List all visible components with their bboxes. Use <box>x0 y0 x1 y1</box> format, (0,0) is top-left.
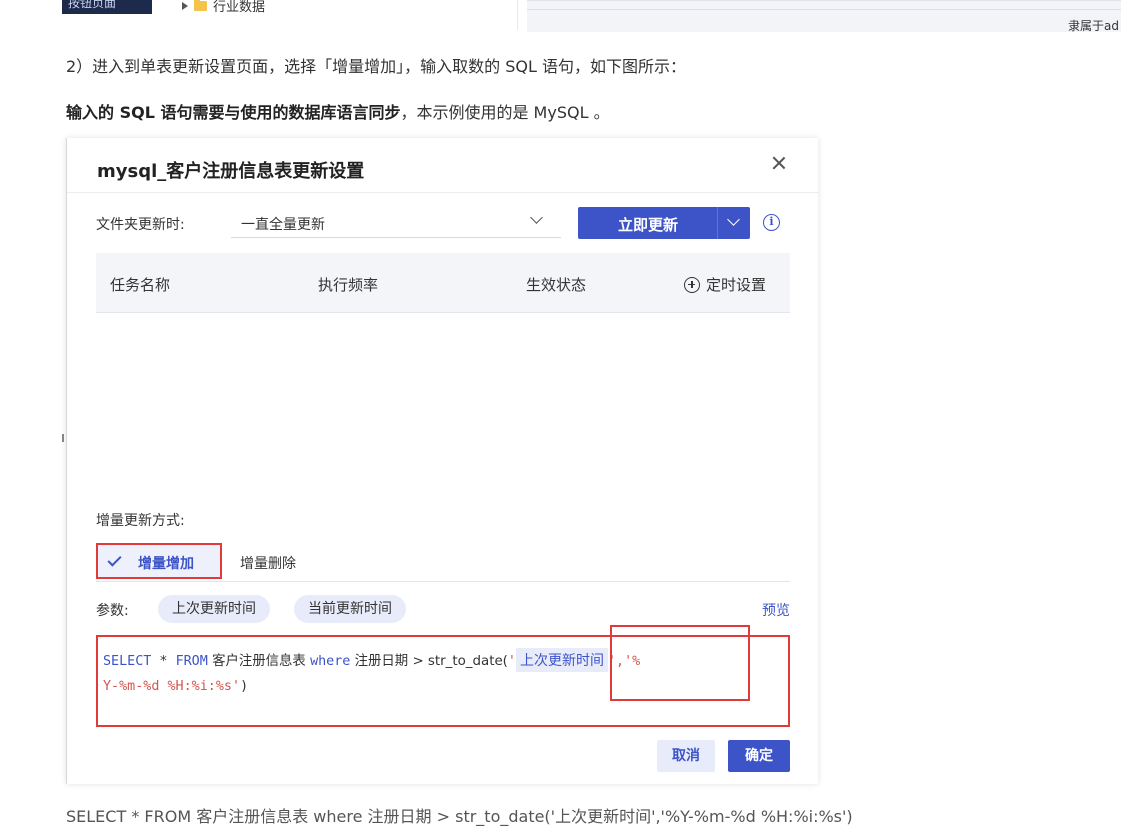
dialog-title: mysql_客户注册信息表更新设置 <box>97 161 365 182</box>
folder-icon <box>194 0 207 11</box>
update-now-button[interactable]: 立即更新 <box>578 207 750 239</box>
sql-string: ', <box>607 654 625 669</box>
incremental-mode-tabs: 增量增加 增量删除 <box>96 542 790 582</box>
col-frequency: 执行频率 <box>318 276 379 294</box>
sql-param-chip: 上次更新时间 <box>515 648 608 672</box>
divider <box>67 192 819 193</box>
split-divider <box>717 207 718 239</box>
check-icon <box>107 552 122 567</box>
info-icon[interactable]: i <box>763 214 780 231</box>
chevron-down-icon[interactable] <box>530 211 543 224</box>
sql-note: 输入的 SQL 语句需要与使用的数据库语言同步，本示例使用的是 MySQL 。 <box>66 99 610 123</box>
sql-line-1: SELECT * FROM 客户注册信息表 where 注册日期 > str_t… <box>103 648 640 672</box>
sql-text: * <box>151 654 176 669</box>
tree-item-industry-data[interactable]: 行业数据 <box>182 0 265 15</box>
params-label: 参数: <box>96 603 129 619</box>
folder-update-value: 一直全量更新 <box>241 217 325 233</box>
expand-arrow-icon[interactable] <box>182 1 188 10</box>
top-crop-strip: 按钮页面 行业数据 隶属于ad <box>0 0 1121 36</box>
param-last-update-time[interactable]: 上次更新时间 <box>158 595 270 623</box>
confirm-button[interactable]: 确定 <box>728 740 790 772</box>
schedule-setting-label: 定时设置 <box>706 276 767 294</box>
chevron-down-icon[interactable] <box>727 213 740 226</box>
divider <box>527 9 1121 10</box>
sql-editor[interactable]: SELECT * FROM 客户注册信息表 where 注册日期 > str_t… <box>96 635 790 727</box>
sql-line-2: Y-%m-%d %H:%i:%s') <box>103 679 248 694</box>
tree-panel: 行业数据 <box>152 0 518 30</box>
folder-update-label: 文件夹更新时: <box>96 217 185 233</box>
preview-link[interactable]: 预览 <box>762 600 790 620</box>
param-current-update-time[interactable]: 当前更新时间 <box>294 595 406 623</box>
sql-text: ) <box>240 679 249 694</box>
col-status: 生效状态 <box>526 276 587 294</box>
tree-item-label: 行业数据 <box>213 0 266 15</box>
tab-label: 增量增加 <box>138 556 194 572</box>
sql-keyword: where <box>310 654 351 669</box>
sql-string: '% <box>624 654 641 669</box>
plus-circle-icon <box>684 276 700 293</box>
belongs-to-text: 隶属于ad <box>1068 19 1119 33</box>
schedule-setting-button[interactable]: 定时设置 <box>684 274 766 295</box>
col-task-name: 任务名称 <box>110 276 171 294</box>
sql-keyword: SELECT <box>103 654 152 669</box>
tab-incremental-add[interactable]: 增量增加 <box>96 543 222 579</box>
sql-note-rest: ，本示例使用的是 MySQL 。 <box>400 103 610 122</box>
code-caption: SELECT * FROM 客户注册信息表 where 注册日期 > str_t… <box>66 807 853 826</box>
sidebar-panel-label: 按钮页面 <box>68 0 117 10</box>
sql-keyword: FROM <box>175 654 208 669</box>
incremental-mode-label: 增量更新方式: <box>96 513 185 529</box>
gutter-mark <box>62 434 64 442</box>
close-icon[interactable] <box>770 154 788 172</box>
sql-string: ' <box>507 654 516 669</box>
sql-condition: 注册日期 > str_to_date( <box>350 654 508 669</box>
tab-incremental-delete[interactable]: 增量删除 <box>240 553 296 573</box>
task-table-header: 任务名称 执行频率 生效状态 定时设置 <box>96 253 790 313</box>
sql-table-name: 客户注册信息表 <box>207 654 311 669</box>
update-now-label: 立即更新 <box>618 216 679 234</box>
top-right-bar: 隶属于ad <box>527 0 1121 33</box>
sidebar-panel: 按钮页面 <box>62 0 152 14</box>
sql-note-bold: 输入的 SQL 语句需要与使用的数据库语言同步 <box>66 103 401 122</box>
sql-string: Y-%m-%d %H:%i:%s' <box>103 679 241 694</box>
folder-update-select[interactable]: 一直全量更新 <box>231 206 561 238</box>
step2-text: 2）进入到单表更新设置页面，选择「增量增加」，输入取数的 SQL 语句，如下图所… <box>66 57 687 76</box>
update-settings-dialog: mysql_客户注册信息表更新设置 文件夹更新时: 一直全量更新 立即更新 i … <box>66 138 819 784</box>
cancel-button[interactable]: 取消 <box>657 740 715 772</box>
